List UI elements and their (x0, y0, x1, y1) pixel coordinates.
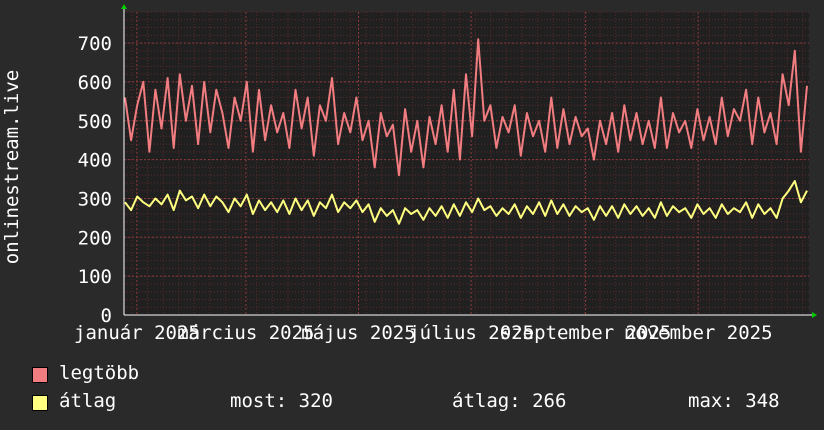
stat-max: max: 348 (688, 390, 780, 412)
y-tick-label: 500 (78, 111, 112, 133)
y-tick-label: 400 (78, 150, 112, 172)
legend-swatch-avg (32, 395, 48, 411)
x-axis-arrow-icon (812, 312, 817, 318)
y-tick-label: 700 (78, 33, 112, 55)
legend-label-avg: átlag (59, 390, 117, 412)
y-axis-arrow-icon (121, 4, 127, 9)
y-tick-label: 300 (78, 188, 112, 210)
x-tick-label: november 2025 (624, 322, 773, 344)
y-tick-label: 600 (78, 72, 112, 94)
legend-label-max: legtöbb (59, 362, 140, 384)
stat-now: most: 320 (230, 390, 333, 412)
legend-swatch-max (32, 367, 48, 383)
x-tick-label: május 2025 (301, 322, 415, 344)
y-tick-label: 100 (78, 266, 112, 288)
plot-area (124, 12, 809, 315)
stat-avg: átlag: 266 (452, 390, 567, 412)
x-tick-label: március 2025 (177, 322, 314, 344)
y-axis-label: onlinestream.live (1, 69, 23, 265)
y-tick-label: 200 (78, 227, 112, 249)
